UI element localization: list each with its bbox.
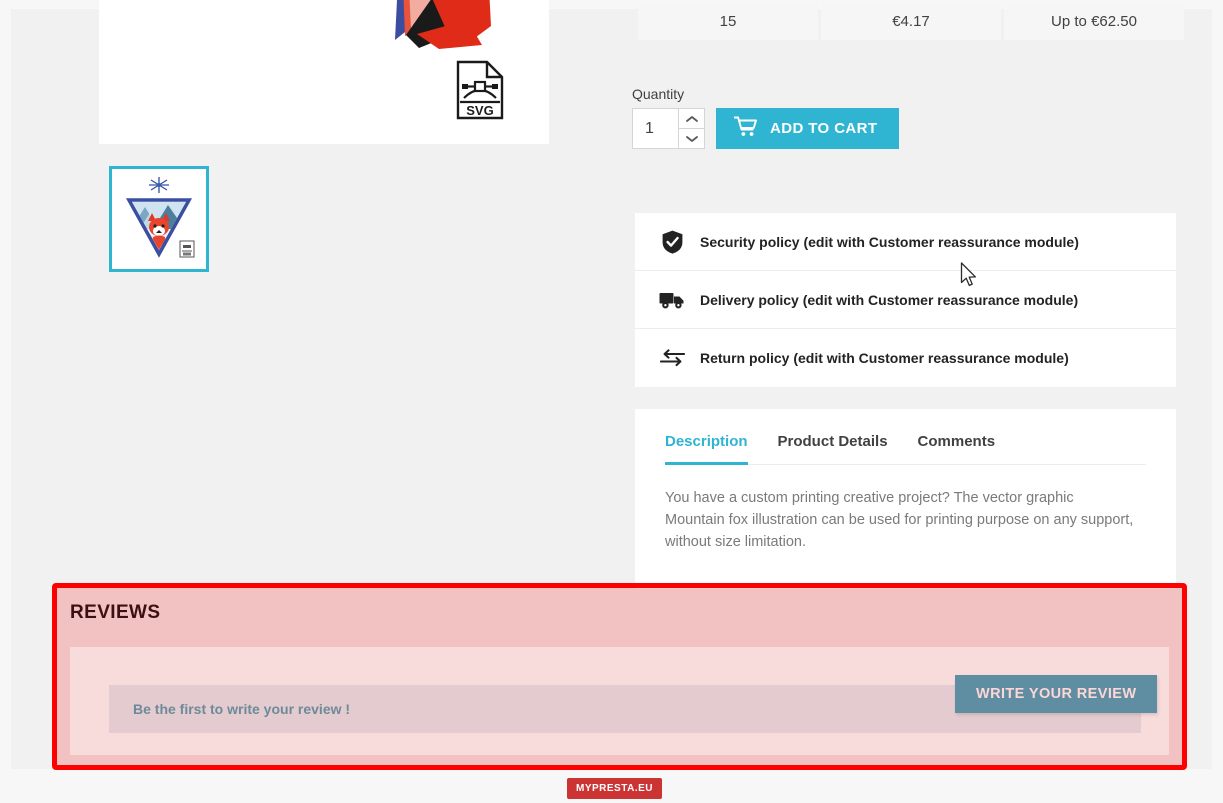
reviews-panel: Be the first to write your review ! WRIT… bbox=[70, 647, 1169, 755]
product-main-image[interactable]: SVG bbox=[99, 0, 549, 144]
reviews-heading: REVIEWS bbox=[70, 602, 161, 623]
svg-text:SVG: SVG bbox=[466, 103, 493, 118]
quantity-label: Quantity bbox=[632, 86, 685, 102]
discount-unit-price-cell: €4.17 bbox=[821, 3, 1001, 40]
return-arrows-icon bbox=[657, 349, 687, 367]
write-your-review-button[interactable]: WRITE YOUR REVIEW bbox=[955, 675, 1158, 713]
page-container: SVG 15 €4.17 Up to €62.50 Quantity 1 ADD… bbox=[11, 0, 1212, 770]
add-to-cart-label: ADD TO CART bbox=[770, 120, 878, 137]
customer-reassurance-block: Security policy (edit with Customer reas… bbox=[635, 213, 1176, 387]
reassurance-item-return[interactable]: Return policy (edit with Customer reassu… bbox=[635, 329, 1176, 387]
tab-panel-description: You have a custom printing creative proj… bbox=[665, 490, 1134, 550]
reviews-empty-message: Be the first to write your review ! bbox=[133, 701, 351, 717]
chevron-up-icon[interactable] bbox=[679, 109, 704, 129]
delivery-truck-icon bbox=[657, 290, 687, 309]
shopping-cart-icon bbox=[733, 116, 757, 141]
table-row: 15 €4.17 Up to €62.50 bbox=[638, 3, 1184, 40]
discount-savings-cell: Up to €62.50 bbox=[1004, 3, 1184, 40]
discount-quantity-cell: 15 bbox=[638, 3, 818, 40]
product-thumbnail-1[interactable] bbox=[109, 166, 209, 272]
quantity-block: Quantity 1 ADD TO CART bbox=[632, 86, 900, 149]
reassurance-item-label: Return policy (edit with Customer reassu… bbox=[700, 350, 1069, 366]
reassurance-item-security[interactable]: Security policy (edit with Customer reas… bbox=[635, 213, 1176, 271]
tab-description[interactable]: Description bbox=[665, 433, 748, 465]
quantity-spinner bbox=[678, 109, 704, 148]
volume-discount-table: 15 €4.17 Up to €62.50 bbox=[635, 0, 1187, 43]
product-info-tabs-card: Description Product Details Comments You… bbox=[635, 409, 1176, 589]
svg-file-badge-icon: SVG bbox=[456, 60, 504, 120]
reassurance-item-label: Delivery policy (edit with Customer reas… bbox=[700, 291, 1079, 308]
thumbnail-strip bbox=[109, 166, 209, 272]
quantity-stepper[interactable] bbox=[632, 108, 705, 149]
reviews-section-highlight: REVIEWS Be the first to write your revie… bbox=[52, 583, 1187, 770]
chevron-down-icon[interactable] bbox=[679, 129, 704, 148]
mypresta-footer-badge[interactable]: MYPRESTA.EU bbox=[567, 778, 662, 799]
shield-check-icon bbox=[657, 230, 687, 254]
tab-comments[interactable]: Comments bbox=[918, 433, 996, 465]
tab-product-details[interactable]: Product Details bbox=[778, 433, 888, 465]
reassurance-item-delivery[interactable]: Delivery policy (edit with Customer reas… bbox=[635, 271, 1176, 329]
reassurance-item-label: Security policy (edit with Customer reas… bbox=[700, 233, 1079, 250]
quantity-input[interactable] bbox=[633, 109, 678, 148]
add-to-cart-button[interactable]: ADD TO CART bbox=[716, 108, 900, 149]
fox-thumbnail-icon bbox=[112, 169, 206, 269]
product-tab-nav: Description Product Details Comments bbox=[665, 433, 1146, 465]
